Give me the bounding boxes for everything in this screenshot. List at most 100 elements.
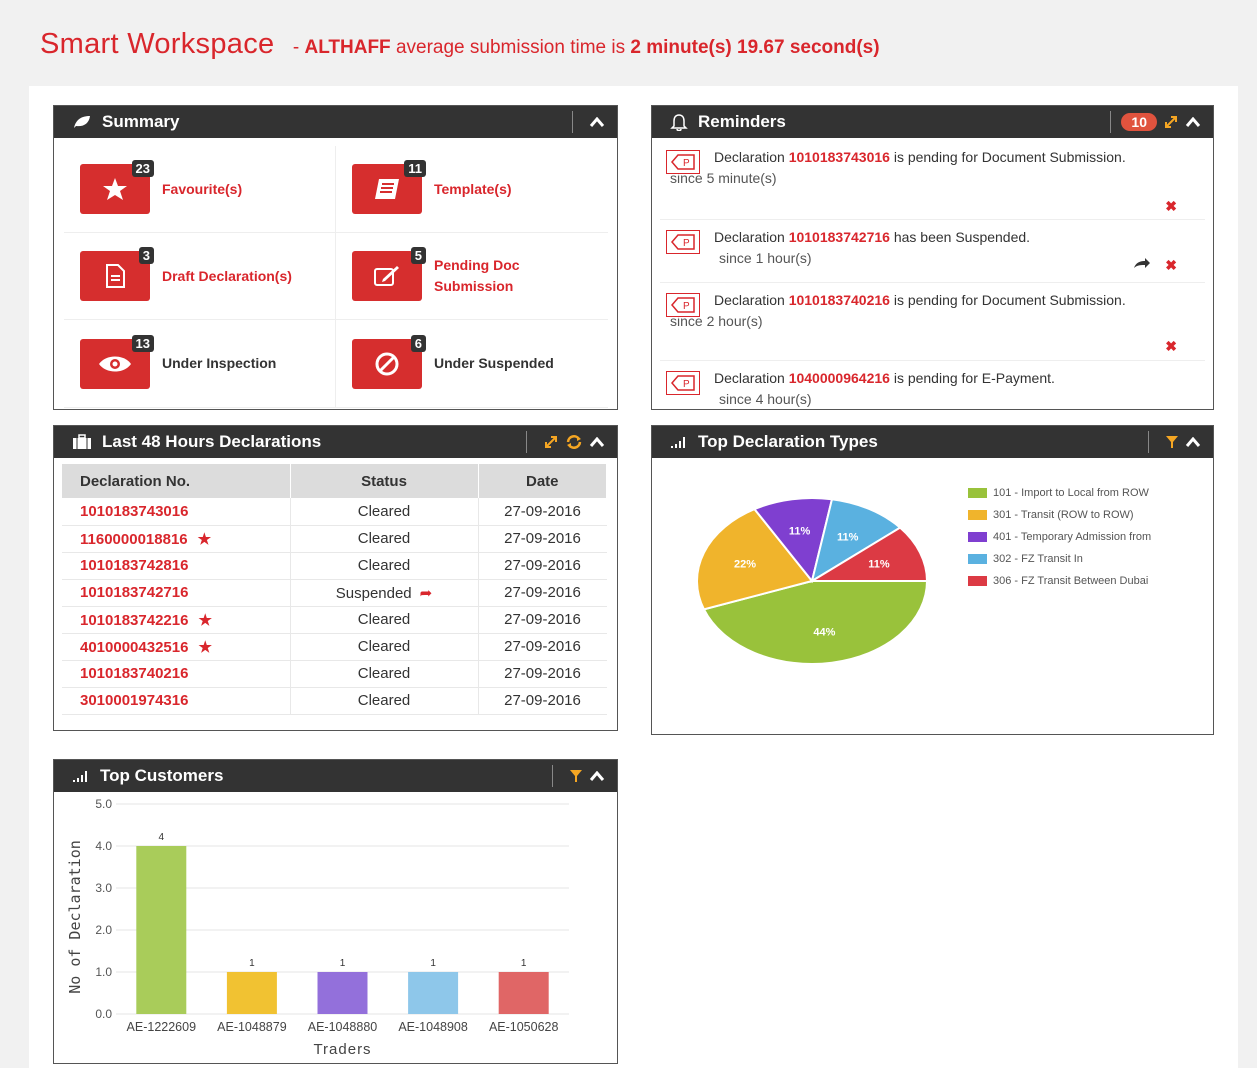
x-tick-label: AE-1050628 [489, 1020, 559, 1034]
declaration-types-panel: Top Declaration Types 44% 22% 11% 11% 11% 10… [651, 425, 1214, 735]
dashboard-content: Summary 23 Favourite(s) 11 Template(s) 3… [29, 86, 1238, 1068]
tag-icon: P [666, 230, 700, 254]
svg-text:P: P [683, 238, 690, 249]
bar-value-label: 1 [249, 958, 255, 969]
chevron-up-icon[interactable] [589, 771, 605, 781]
declaration-number-cell[interactable]: 1160000018816 ★ [62, 525, 291, 553]
summary-label: Under Suspended [434, 355, 554, 371]
expand-icon[interactable] [1163, 114, 1179, 130]
table-header-row: Declaration No. Status Date [62, 464, 607, 498]
customers-title: Top Customers [100, 766, 224, 785]
svg-text:P: P [683, 158, 690, 169]
status-text: Cleared [357, 502, 411, 520]
reminder-declaration-link[interactable]: 1010183742716 [789, 229, 890, 245]
bell-icon [670, 113, 688, 131]
refresh-icon[interactable] [565, 434, 583, 450]
summary-header: Summary [54, 106, 617, 138]
summary-drafts[interactable]: 3 Draft Declaration(s) [64, 233, 336, 320]
declaration-number-link[interactable]: 1010183742816 [80, 557, 188, 574]
declaration-types-title: Top Declaration Types [698, 432, 878, 451]
date-cell: 27-09-2016 [478, 660, 607, 688]
summary-pending-doc[interactable]: 5 Pending Doc Submission [336, 233, 608, 320]
chevron-up-icon[interactable] [589, 437, 605, 447]
table-row[interactable]: 1010183742816 Cleared 27-09-2016 [62, 552, 607, 580]
reminder-declaration-link[interactable]: 1010183740216 [789, 292, 890, 308]
dismiss-icon[interactable]: ✖ [1165, 338, 1177, 355]
reminder-declaration-link[interactable]: 1010183743016 [789, 149, 890, 165]
reminders-header: Reminders 10 [652, 106, 1213, 138]
edit-icon [374, 266, 399, 286]
count-badge: 23 [131, 160, 154, 177]
chevron-up-icon[interactable] [1185, 437, 1201, 447]
declarations-panel: Last 48 Hours Declarations Declaration N… [53, 425, 618, 731]
column-header[interactable]: Date [478, 464, 607, 498]
declaration-number-link[interactable]: 1010183740216 [80, 665, 188, 682]
summary-under-suspended[interactable]: 6 Under Suspended [336, 320, 608, 408]
favourite-star-icon[interactable]: ★ [198, 639, 211, 656]
favourite-star-icon[interactable]: ★ [198, 612, 211, 629]
legend-item[interactable]: 101 - Import to Local from ROW [968, 482, 1151, 504]
legend-label: 301 - Transit (ROW to ROW) [993, 509, 1134, 521]
column-header[interactable]: Status [290, 464, 479, 498]
table-row[interactable]: 1160000018816 ★ Cleared 27-09-2016 [62, 525, 607, 553]
status-cell: Cleared [290, 660, 479, 688]
y-tick-label: 0.0 [95, 1007, 112, 1021]
declaration-number-link[interactable]: 4010000432516 [80, 639, 188, 656]
pie-slice-label: 22% [734, 558, 756, 570]
summary-under-inspection[interactable]: 13 Under Inspection [64, 320, 336, 408]
reminder-item[interactable]: P Declaration 1010183740216 is pending f… [660, 283, 1205, 361]
user-name: ALTHAFF [304, 37, 391, 58]
declaration-number-link[interactable]: 1160000018816 [80, 531, 188, 548]
summary-favourites[interactable]: 23 Favourite(s) [64, 146, 336, 233]
expand-icon[interactable] [543, 434, 559, 450]
chevron-up-icon[interactable] [589, 117, 605, 127]
reminder-item[interactable]: P Declaration 1010183742716 has been Sus… [660, 220, 1205, 283]
declaration-number-link[interactable]: 1010183742716 [80, 584, 188, 601]
count-badge: 6 [410, 334, 426, 352]
tag-icon: P [666, 371, 700, 395]
favourite-star-icon[interactable]: ★ [198, 531, 211, 548]
filter-icon[interactable] [1165, 435, 1179, 449]
legend-item[interactable]: 302 - FZ Transit In [968, 548, 1151, 570]
page-header: Smart Workspace - ALTHAFF average submis… [40, 28, 880, 61]
table-row[interactable]: 3010001974316 Cleared 27-09-2016 [62, 687, 607, 715]
star-icon [103, 178, 127, 200]
dismiss-icon[interactable]: ✖ [1165, 198, 1177, 215]
declaration-number-cell[interactable]: 1010183743016 [62, 498, 291, 526]
declaration-number-cell[interactable]: 1010183742816 [62, 552, 291, 580]
declaration-number-cell[interactable]: 1010183742216 ★ [62, 606, 291, 634]
table-row[interactable]: 1010183742716 Suspended ➦ 27-09-2016 [62, 579, 607, 607]
leaf-icon [72, 115, 92, 129]
legend-item[interactable]: 301 - Transit (ROW to ROW) [968, 504, 1151, 526]
declaration-number-cell[interactable]: 1010183742716 [62, 579, 291, 607]
legend-item[interactable]: 306 - FZ Transit Between Dubai [968, 570, 1151, 592]
forward-icon[interactable]: ➦ [420, 585, 433, 602]
summary-title: Summary [102, 112, 180, 131]
pie-slice-label: 11% [789, 525, 811, 537]
reminders-list: P Declaration 1010183743016 is pending f… [660, 140, 1205, 409]
x-tick-label: AE-1048879 [217, 1020, 287, 1034]
declaration-number-cell[interactable]: 3010001974316 [62, 687, 291, 715]
declaration-number-cell[interactable]: 4010000432516 ★ [62, 633, 291, 661]
reminder-item[interactable]: P Declaration 1040000964216 is pending f… [660, 361, 1205, 409]
reminder-item[interactable]: P Declaration 1010183743016 is pending f… [660, 140, 1205, 220]
legend-item[interactable]: 401 - Temporary Admission from [968, 526, 1151, 548]
declaration-number-link[interactable]: 1010183743016 [80, 503, 188, 520]
summary-templates[interactable]: 11 Template(s) [336, 146, 608, 233]
declaration-number-cell[interactable]: 1010183740216 [62, 660, 291, 688]
forward-icon[interactable] [1133, 256, 1151, 274]
table-row[interactable]: 1010183742216 ★ Cleared 27-09-2016 [62, 606, 607, 634]
pie-slice-label: 11% [868, 558, 890, 570]
declaration-number-link[interactable]: 3010001974316 [80, 692, 188, 709]
pending-doc-tile: 5 [352, 247, 426, 301]
table-row[interactable]: 4010000432516 ★ Cleared 27-09-2016 [62, 633, 607, 661]
table-row[interactable]: 1010183740216 Cleared 27-09-2016 [62, 660, 607, 688]
top-customers-bar-chart: 0.0 1.0 2.0 3.0 4.0 5.0 4 AE-1222609 1 AE-1048879… [66, 797, 569, 1058]
table-row[interactable]: 1010183743016 Cleared 27-09-2016 [62, 498, 607, 526]
reminder-declaration-link[interactable]: 1040000964216 [789, 370, 890, 386]
dismiss-icon[interactable]: ✖ [1165, 257, 1177, 274]
filter-icon[interactable] [569, 769, 583, 783]
column-header[interactable]: Declaration No. [62, 464, 291, 498]
chevron-up-icon[interactable] [1185, 117, 1201, 127]
declaration-number-link[interactable]: 1010183742216 [80, 612, 188, 629]
